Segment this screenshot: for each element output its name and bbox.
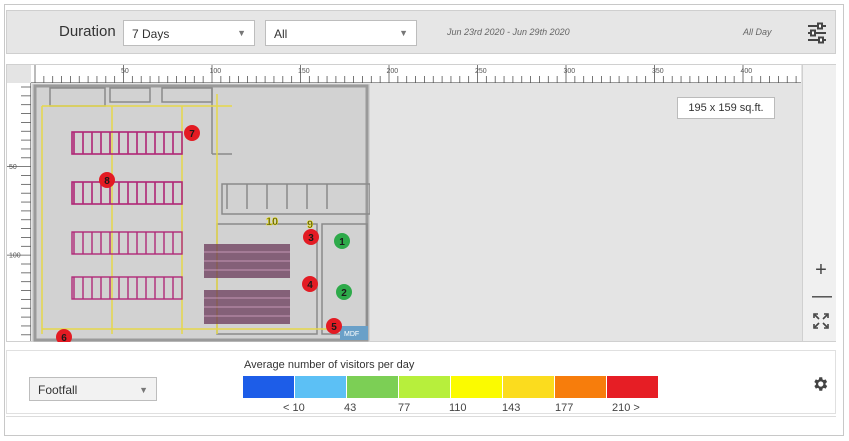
zone-marker[interactable]: 3 bbox=[303, 229, 319, 245]
zone-marker[interactable]: 2 bbox=[336, 284, 352, 300]
svg-text:9: 9 bbox=[307, 219, 313, 231]
svg-text:6: 6 bbox=[61, 333, 67, 342]
chevron-down-icon: ▼ bbox=[399, 28, 408, 38]
chevron-down-icon: ▼ bbox=[139, 385, 148, 395]
color-scale-segment bbox=[555, 376, 607, 398]
date-range: Jun 23rd 2020 - Jun 29th 2020 bbox=[447, 27, 570, 37]
area-select-value: All bbox=[274, 27, 288, 41]
zone-marker[interactable]: 8 bbox=[99, 172, 115, 188]
zone-marker[interactable]: 1 bbox=[334, 233, 350, 249]
area-select[interactable]: All ▼ bbox=[265, 20, 417, 46]
ruler-top-label: 50 bbox=[121, 68, 129, 75]
color-scale-segment bbox=[451, 376, 503, 398]
color-scale-label: 177 bbox=[555, 402, 574, 414]
heatmap-legend-panel: Footfall ▼ Average number of visitors pe… bbox=[6, 350, 836, 414]
duration-select[interactable]: 7 Days ▼ bbox=[123, 20, 255, 46]
color-scale-segment bbox=[347, 376, 399, 398]
gear-icon[interactable] bbox=[811, 375, 829, 393]
ruler-left-label: 50 bbox=[9, 164, 17, 171]
svg-text:7: 7 bbox=[189, 129, 195, 140]
zone-marker[interactable]: 5 bbox=[326, 318, 342, 334]
sliders-icon[interactable] bbox=[806, 22, 828, 44]
duration-label: Duration bbox=[59, 23, 116, 40]
svg-text:4: 4 bbox=[307, 280, 313, 291]
color-scale-segment bbox=[503, 376, 555, 398]
svg-text:3: 3 bbox=[308, 233, 314, 244]
color-scale-label: 143 bbox=[502, 402, 521, 414]
filter-bar: Duration 7 Days ▼ All ▼ Jun 23rd 2020 - … bbox=[6, 10, 836, 54]
ruler-left: 50 100 bbox=[7, 83, 31, 341]
svg-text:2: 2 bbox=[341, 288, 347, 299]
ruler-top-label: 300 bbox=[564, 68, 576, 75]
ruler-top-label: 250 bbox=[475, 68, 487, 75]
duration-select-value: 7 Days bbox=[132, 27, 170, 41]
floor-plan[interactable]: MDF 1 2 3 4 5 6 7 8 9 10 bbox=[32, 84, 370, 342]
color-scale-segment bbox=[399, 376, 451, 398]
metric-select[interactable]: Footfall ▼ bbox=[29, 377, 157, 401]
color-scale-segment bbox=[295, 376, 347, 398]
ruler-top-label: 200 bbox=[387, 68, 399, 75]
chevron-down-icon: ▼ bbox=[237, 28, 246, 38]
zoom-out-button[interactable]: — bbox=[812, 286, 832, 306]
zone-marker[interactable]: 7 bbox=[184, 125, 200, 141]
ruler-top-label: 350 bbox=[652, 68, 664, 75]
zone-marker[interactable]: 9 bbox=[307, 219, 314, 232]
ruler-top: 50 100 150 200 250 300 350 400 bbox=[31, 65, 801, 83]
zone-marker[interactable]: 4 bbox=[302, 276, 318, 292]
color-scale bbox=[243, 376, 659, 398]
svg-text:8: 8 bbox=[104, 176, 110, 187]
legend-title: Average number of visitors per day bbox=[244, 359, 415, 371]
color-scale-label: 43 bbox=[344, 402, 357, 414]
metric-select-value: Footfall bbox=[38, 383, 78, 397]
svg-text:5: 5 bbox=[331, 322, 337, 333]
area-dimensions-badge: 195 x 159 sq.ft. bbox=[677, 97, 775, 119]
zone-marker[interactable]: 10 bbox=[266, 216, 279, 229]
ruler-top-label: 100 bbox=[210, 68, 222, 75]
fit-to-screen-icon[interactable] bbox=[813, 313, 829, 329]
color-scale-label: 110 bbox=[449, 402, 467, 414]
svg-text:1: 1 bbox=[339, 237, 345, 248]
color-scale-segment bbox=[607, 376, 659, 398]
ruler-top-label: 150 bbox=[298, 68, 310, 75]
map-tools: + — bbox=[802, 65, 836, 341]
floor-map-panel: 50 100 150 200 250 300 350 400 50 100 MD… bbox=[6, 64, 836, 342]
ruler-left-label: 100 bbox=[9, 253, 21, 260]
svg-text:10: 10 bbox=[266, 216, 278, 228]
ruler-top-label: 400 bbox=[741, 68, 753, 75]
color-scale-label: 77 bbox=[398, 402, 411, 414]
footer-strip bbox=[6, 416, 836, 434]
zoom-in-button[interactable]: + bbox=[812, 260, 830, 280]
color-scale-segment bbox=[243, 376, 295, 398]
color-scale-label: 210 > bbox=[612, 402, 640, 414]
mdf-label: MDF bbox=[344, 331, 359, 338]
time-of-day-label: All Day bbox=[743, 27, 772, 37]
color-scale-label: < 10 bbox=[283, 402, 305, 414]
